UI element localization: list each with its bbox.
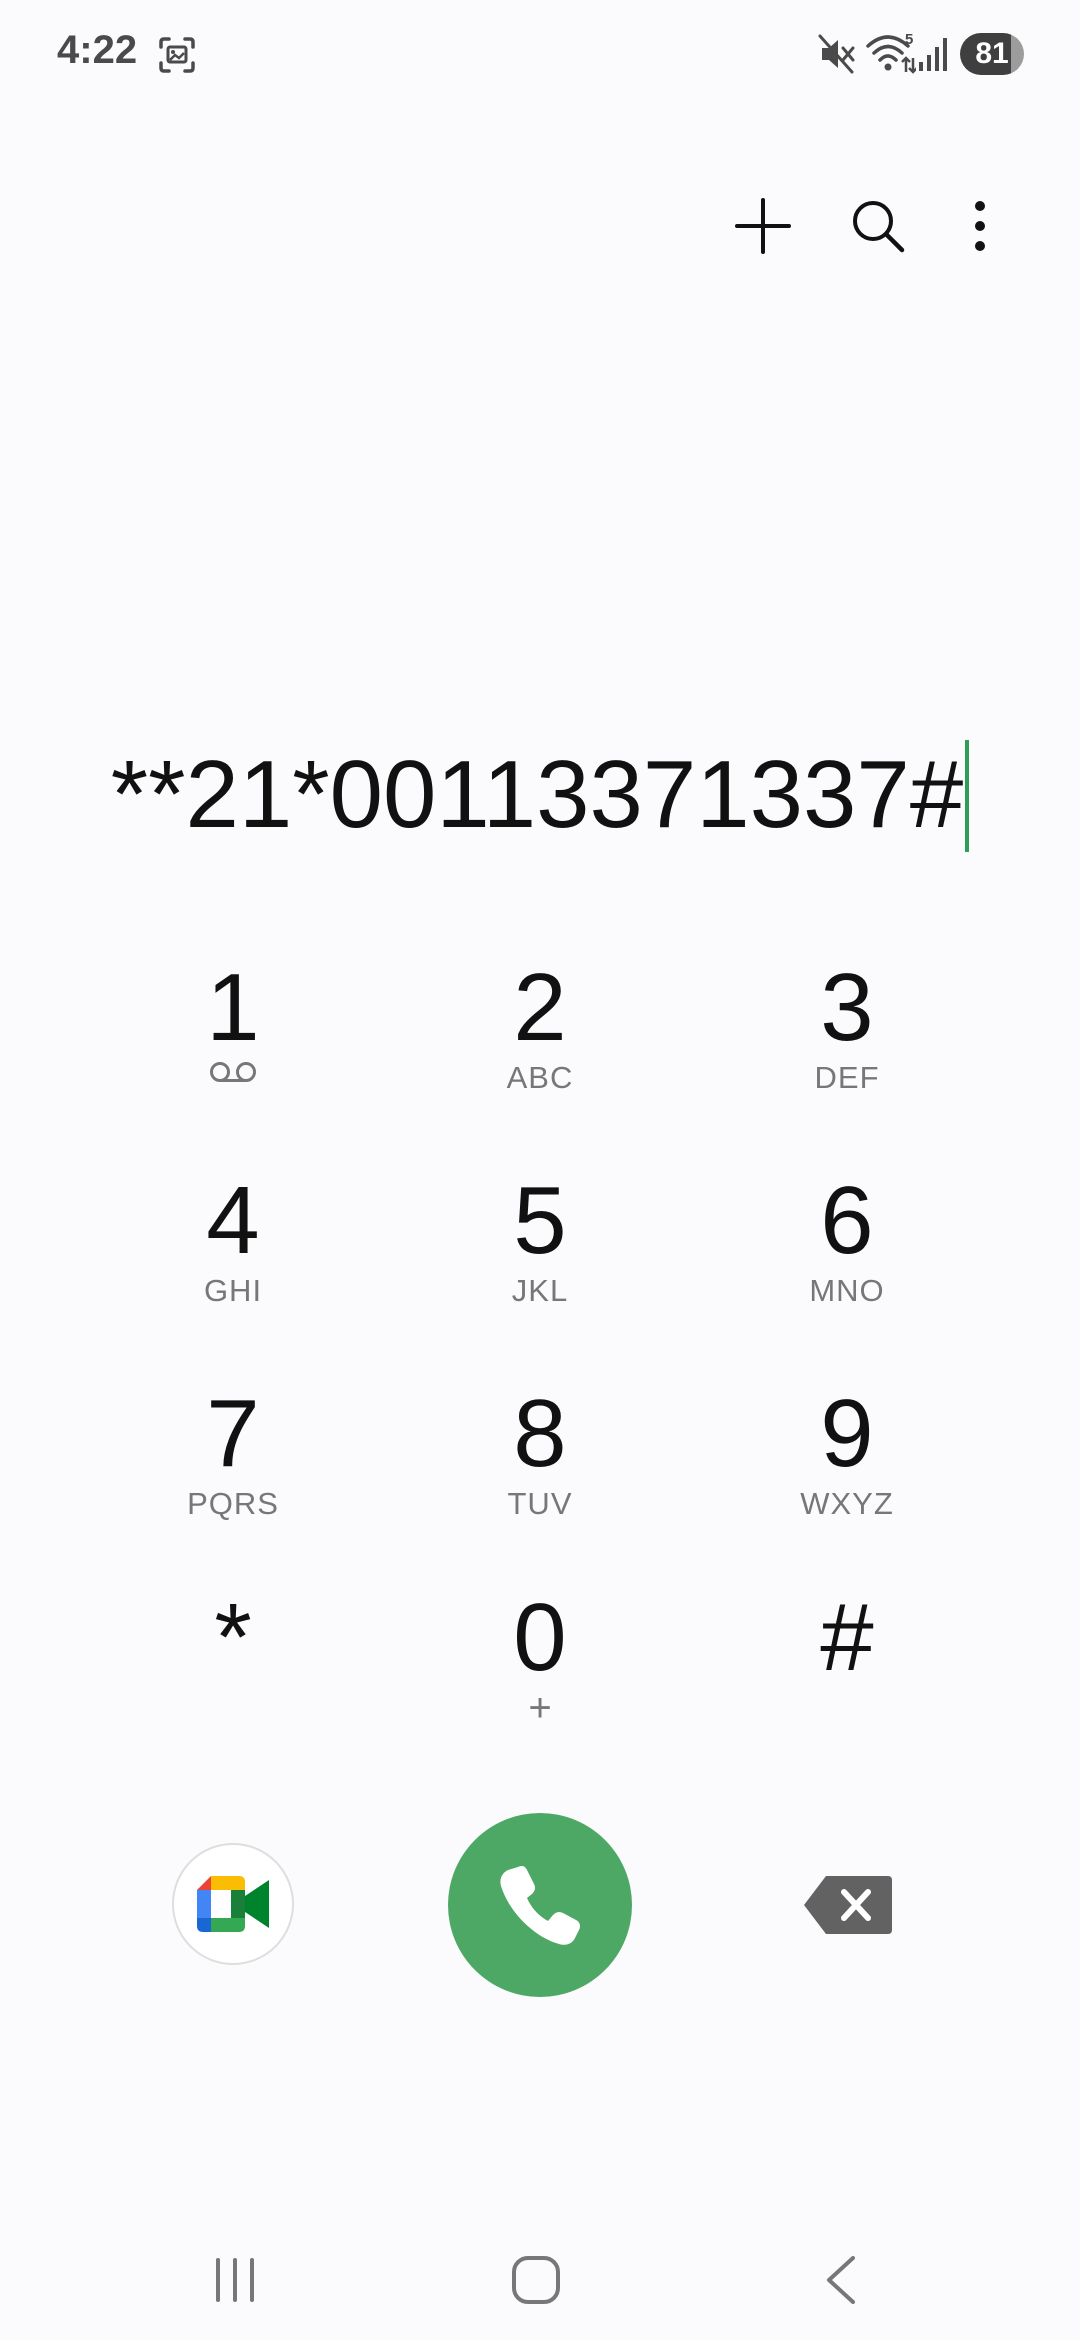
key-digit: 5 bbox=[513, 1167, 567, 1274]
key-digit: 6 bbox=[820, 1167, 874, 1274]
search-icon bbox=[853, 201, 905, 253]
status-time: 4:22 bbox=[57, 28, 138, 72]
video-call-button[interactable] bbox=[172, 1843, 294, 1965]
wifi-icon: 5 bbox=[866, 31, 916, 74]
text-cursor bbox=[965, 739, 970, 852]
more-options-button[interactable] bbox=[940, 186, 1020, 266]
key-letters: TUV bbox=[507, 1486, 573, 1521]
home-button[interactable] bbox=[491, 2245, 581, 2315]
back-button[interactable] bbox=[795, 2245, 885, 2315]
voicemail-icon bbox=[210, 1062, 256, 1082]
call-button[interactable] bbox=[448, 1813, 632, 1997]
search-button[interactable] bbox=[838, 186, 918, 266]
key-letters: + bbox=[528, 1686, 552, 1730]
status-bar: 4:22 5 81 bbox=[0, 0, 1080, 110]
key-4[interactable]: 4 GHI bbox=[113, 1171, 353, 1351]
dialed-number-field[interactable]: **21*00113371337# bbox=[0, 735, 1080, 855]
home-icon bbox=[512, 2256, 560, 2304]
key-digit: 3 bbox=[820, 954, 874, 1061]
battery-indicator: 81 bbox=[960, 33, 1024, 75]
key-7[interactable]: 7 PQRS bbox=[113, 1384, 353, 1564]
key-letters: ABC bbox=[506, 1060, 574, 1095]
key-digit: # bbox=[820, 1584, 874, 1691]
key-6[interactable]: 6 MNO bbox=[727, 1171, 967, 1351]
plus-icon bbox=[735, 198, 791, 254]
key-letters: JKL bbox=[511, 1273, 569, 1308]
key-5[interactable]: 5 JKL bbox=[420, 1171, 660, 1351]
back-icon bbox=[827, 2256, 855, 2304]
key-letters: PQRS bbox=[187, 1486, 279, 1521]
key-digit: 0 bbox=[513, 1584, 567, 1691]
key-digit: 1 bbox=[206, 954, 260, 1061]
key-digit: 7 bbox=[206, 1380, 260, 1487]
mute-icon bbox=[818, 34, 855, 74]
dialed-number: **21*00113371337# bbox=[110, 741, 964, 848]
recent-apps-icon bbox=[216, 2258, 254, 2302]
key-letters: GHI bbox=[203, 1273, 263, 1308]
key-digit: 2 bbox=[513, 954, 567, 1061]
key-star[interactable]: * bbox=[113, 1588, 353, 1768]
more-vertical-icon bbox=[975, 201, 985, 251]
add-contact-button[interactable] bbox=[723, 186, 803, 266]
key-0[interactable]: 0 + bbox=[420, 1588, 660, 1768]
screenshot-icon bbox=[159, 37, 195, 73]
key-digit: 9 bbox=[820, 1380, 874, 1487]
key-digit: 8 bbox=[513, 1380, 567, 1487]
key-3[interactable]: 3 DEF bbox=[727, 958, 967, 1138]
key-digit: * bbox=[214, 1584, 252, 1691]
key-1[interactable]: 1 bbox=[113, 958, 353, 1138]
key-letters: WXYZ bbox=[800, 1486, 894, 1521]
key-2[interactable]: 2 ABC bbox=[420, 958, 660, 1138]
recent-apps-button[interactable] bbox=[190, 2245, 280, 2315]
key-digit: 4 bbox=[206, 1167, 260, 1274]
phone-icon bbox=[500, 1866, 580, 1945]
backspace-button[interactable] bbox=[800, 1870, 895, 1940]
key-9[interactable]: 9 WXYZ bbox=[727, 1384, 967, 1564]
svg-text:5: 5 bbox=[905, 31, 913, 48]
key-hash[interactable]: # bbox=[727, 1588, 967, 1768]
key-8[interactable]: 8 TUV bbox=[420, 1384, 660, 1564]
backspace-icon bbox=[803, 1876, 892, 1934]
key-letters: MNO bbox=[809, 1273, 885, 1308]
key-letters: DEF bbox=[814, 1060, 880, 1095]
signal-icon bbox=[919, 38, 947, 71]
google-meet-icon bbox=[197, 1876, 269, 1932]
